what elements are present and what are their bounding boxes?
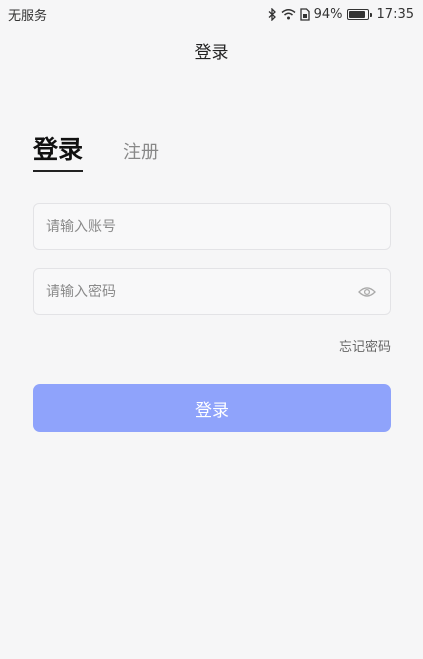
wifi-icon — [281, 8, 296, 20]
forgot-password-link[interactable]: 忘记密码 — [339, 336, 391, 355]
carrier-label: 无服务 — [8, 8, 48, 24]
clock: 17:35 — [376, 6, 414, 22]
bluetooth-icon — [268, 7, 277, 21]
auth-tabs: 登录 注册 — [33, 136, 159, 172]
page-title: 登录 — [194, 43, 229, 63]
login-button[interactable]: 登录 — [33, 384, 391, 432]
battery-percent: 94% — [313, 6, 343, 22]
account-input[interactable] — [46, 218, 378, 235]
password-input[interactable] — [46, 283, 358, 300]
tab-login[interactable]: 登录 — [33, 136, 84, 172]
account-field-container — [33, 203, 391, 250]
tab-register[interactable]: 注册 — [123, 142, 159, 172]
status-icons: 94% 17:35 — [268, 7, 414, 22]
password-field-container — [33, 268, 391, 315]
status-bar: 无服务 94% 17:35 — [0, 0, 423, 28]
battery-icon — [346, 8, 372, 20]
sim-icon — [299, 7, 310, 21]
battery-fill — [348, 10, 366, 18]
eye-icon[interactable] — [358, 285, 378, 299]
